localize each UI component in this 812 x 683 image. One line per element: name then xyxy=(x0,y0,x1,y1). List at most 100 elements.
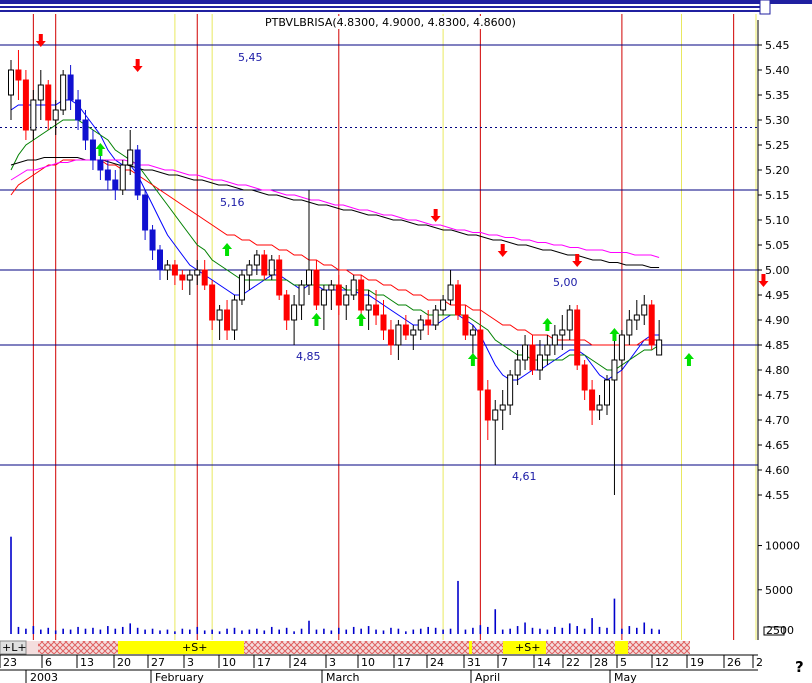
candle-body xyxy=(536,354,543,371)
price-tick-label: 4.85 xyxy=(765,339,790,352)
candle-body xyxy=(253,254,260,266)
symbol-header: PTBVLBRISA(4.8300, 4.9000, 4.8300, 4.860… xyxy=(265,16,516,29)
date-tick-label: 17 xyxy=(257,656,271,669)
candle-body xyxy=(544,344,551,356)
candle-body xyxy=(238,274,245,301)
candle xyxy=(551,325,558,355)
candle xyxy=(536,340,543,380)
candle-body xyxy=(142,194,149,231)
level-label: 4,61 xyxy=(512,470,537,483)
candle-body xyxy=(119,164,126,191)
price-chart: 5,45 5,16 5,00 4,85 4,61 5.45 5.40 5.35 5.30 5.25… xyxy=(0,0,812,683)
candle-body xyxy=(104,169,111,181)
price-tick-label: 4.60 xyxy=(765,464,790,477)
buy-arrow-icon xyxy=(683,353,694,366)
scroll-box xyxy=(759,0,771,15)
candle xyxy=(164,260,171,280)
candle xyxy=(15,50,22,100)
candle xyxy=(581,360,588,400)
price-tick-label: 5.35 xyxy=(765,89,790,102)
candle-body xyxy=(611,359,618,381)
date-tick-label: 17 xyxy=(397,656,411,669)
candle xyxy=(522,335,529,370)
title-bar xyxy=(0,0,812,4)
candle-body xyxy=(224,309,231,331)
candle-body xyxy=(186,274,193,281)
candle-body xyxy=(455,284,461,316)
candle xyxy=(574,305,581,370)
candle-body xyxy=(484,389,491,421)
candle xyxy=(596,395,603,420)
candle-body xyxy=(417,319,424,331)
candle-body xyxy=(30,99,37,131)
candle-body xyxy=(350,279,357,296)
price-tick-label: 4.90 xyxy=(765,314,790,327)
date-tick-label: 7 xyxy=(501,656,508,669)
price-tick-label: 4.75 xyxy=(765,389,790,402)
date-tick-label: 12 xyxy=(655,656,669,669)
candle xyxy=(462,305,469,340)
date-tick-label: 19 xyxy=(690,656,704,669)
candle xyxy=(611,340,618,495)
month-label: March xyxy=(326,671,360,683)
candle-body xyxy=(373,304,380,316)
candle xyxy=(641,295,648,325)
candle-body xyxy=(37,84,44,101)
date-tick-label: 13 xyxy=(80,656,94,669)
candle-body xyxy=(283,294,290,321)
candle xyxy=(447,270,454,305)
candle xyxy=(566,305,573,340)
candle-body xyxy=(15,69,22,81)
date-tick-label: 24 xyxy=(293,656,307,669)
candle xyxy=(276,255,283,300)
candle xyxy=(335,275,342,315)
chart-window: 5,45 5,16 5,00 4,85 4,61 5.45 5.40 5.35 5.30 5.25… xyxy=(0,0,812,683)
candle xyxy=(417,315,424,340)
candle-body xyxy=(492,409,499,421)
buy-arrow-icon xyxy=(95,143,106,156)
candle xyxy=(171,260,178,285)
candle-body xyxy=(343,294,350,306)
candle-body xyxy=(112,179,119,191)
candle-body xyxy=(589,389,596,411)
candle xyxy=(60,70,67,115)
candle-body xyxy=(604,379,610,406)
candle-body xyxy=(75,99,82,121)
volume-tick-label: 5000 xyxy=(765,584,793,597)
candle-body xyxy=(179,274,186,281)
level-label: 5,00 xyxy=(553,276,578,289)
candle-body xyxy=(633,314,640,321)
candle-body xyxy=(447,284,454,301)
candle-body xyxy=(566,309,573,331)
candle xyxy=(633,300,640,330)
candle xyxy=(22,70,29,140)
candle-body xyxy=(559,329,566,336)
signal-yellow xyxy=(469,641,472,654)
month-label: April xyxy=(475,671,500,683)
candle-body xyxy=(127,149,134,166)
candle-body xyxy=(261,254,268,276)
candle-body xyxy=(328,284,335,291)
price-tick-label: 5.20 xyxy=(765,164,790,177)
candle xyxy=(134,145,141,200)
candle-body xyxy=(410,329,417,336)
candle xyxy=(484,380,491,440)
month-label: May xyxy=(614,671,637,683)
candle-body xyxy=(171,264,178,276)
help-icon[interactable]: ? xyxy=(795,658,804,676)
candle xyxy=(142,190,149,240)
candle-body xyxy=(380,314,387,331)
volume-tick-label: 10000 xyxy=(765,540,800,553)
candle-body xyxy=(514,359,521,376)
candle-body xyxy=(164,264,171,271)
candle xyxy=(589,380,596,425)
candle-body xyxy=(529,344,536,371)
candle-body xyxy=(194,269,201,276)
signal-label: +L+ xyxy=(2,641,27,654)
sell-arrow-icon xyxy=(430,209,441,222)
candle-body xyxy=(276,259,283,296)
price-tick-label: 4.70 xyxy=(765,414,790,427)
date-tick-label: 28 xyxy=(594,656,608,669)
candle xyxy=(89,130,96,170)
date-tick-label: 5 xyxy=(620,656,627,669)
